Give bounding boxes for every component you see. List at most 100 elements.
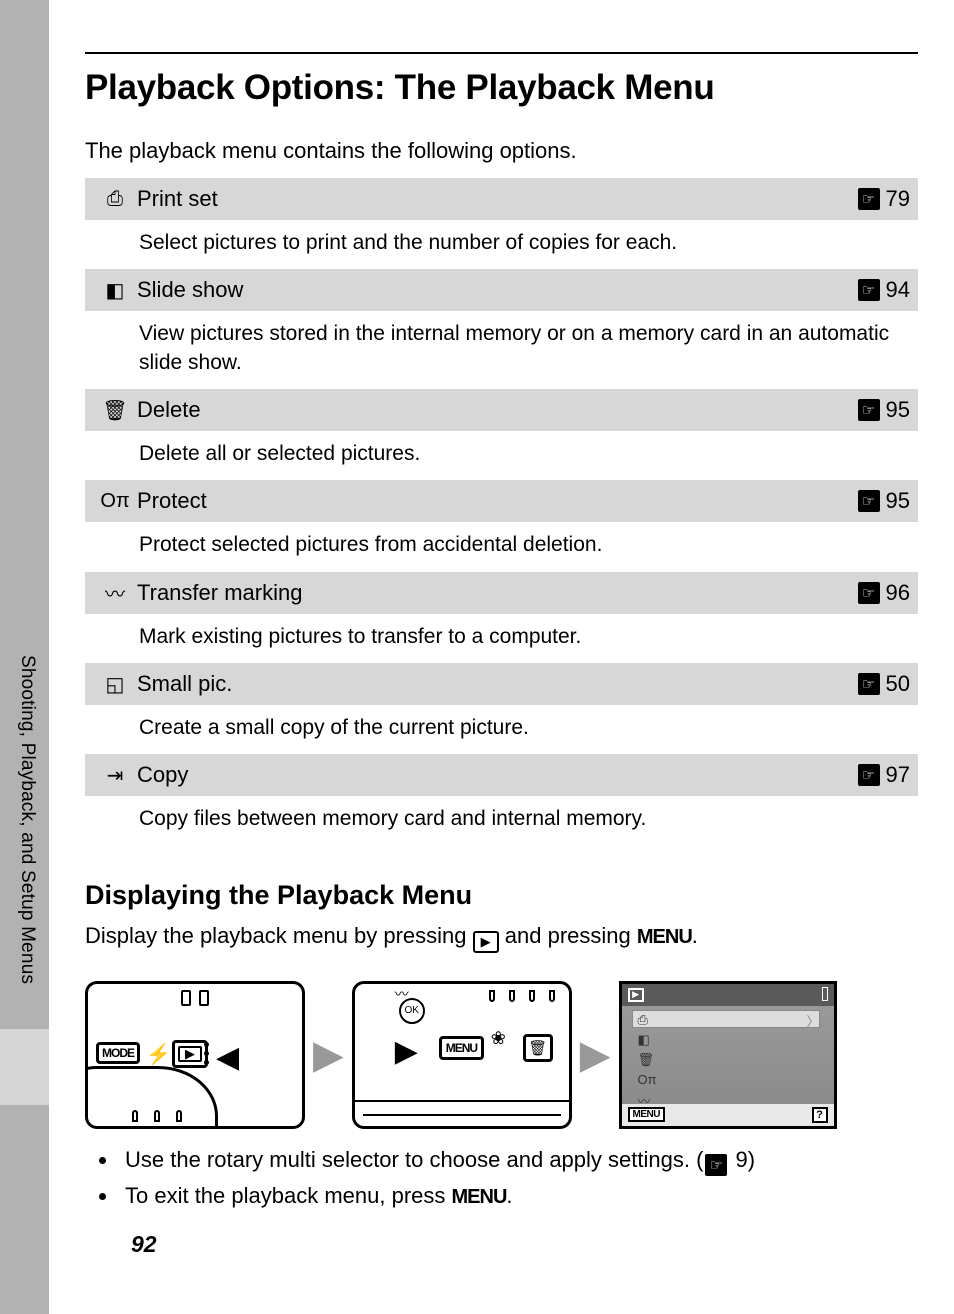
protect-icon: Oπ: [93, 490, 137, 513]
page-ref-icon: ☞: [858, 188, 880, 210]
option-row-header: 🗑Delete☞ 95: [85, 389, 918, 431]
page-title: Playback Options: The Playback Menu: [85, 68, 918, 108]
page-ref-icon: ☞: [858, 279, 880, 301]
page-ref-icon: ☞: [858, 399, 880, 421]
playback-button-icon: [172, 1040, 208, 1068]
subintro-mid: and pressing: [505, 923, 637, 948]
option-description: Mark existing pictures to transfer to a …: [85, 614, 918, 663]
option-title: Delete: [137, 397, 858, 423]
option-title: Slide show: [137, 277, 858, 303]
side-tab-label: Shooting, Playback, and Setup Menus: [16, 655, 38, 984]
page-ref-number: 97: [886, 762, 910, 788]
card-icon: [822, 987, 828, 1001]
ok-button-icon: OK: [399, 998, 425, 1024]
camera-top-buttons: [181, 990, 209, 1006]
page-ref-number: 9: [736, 1147, 748, 1172]
option-description: Copy files between memory card and inter…: [85, 796, 918, 845]
menu-softkey: MENU: [628, 1107, 665, 1122]
note-text: .: [506, 1183, 512, 1208]
macro-icon: ❀: [491, 1028, 506, 1049]
option-description: Delete all or selected pictures.: [85, 431, 918, 480]
page-ref-number: 96: [886, 580, 910, 606]
print-icon: ⎙: [638, 1012, 657, 1028]
print-icon: ⎙: [93, 188, 137, 211]
diagram-camera-playback: MODE ⚡ ◀: [85, 981, 305, 1129]
option-page-ref: ☞ 94: [858, 277, 910, 303]
page: Playback Options: The Playback Menu The …: [49, 0, 954, 1314]
option-description: Protect selected pictures from accidenta…: [85, 522, 918, 571]
press-arrow-icon: ◀: [216, 1040, 239, 1075]
dial-ticks: [489, 990, 555, 1002]
chevron-right-icon: 〉: [807, 1011, 820, 1030]
press-arrow-icon: ▶: [395, 1034, 418, 1069]
grip-dots: [204, 1040, 212, 1068]
lcd-header: ▶: [622, 984, 834, 1006]
option-title: Print set: [137, 186, 858, 212]
step-arrow-icon: ▶: [580, 1032, 611, 1078]
smallpic-icon: ◱: [93, 672, 137, 697]
option-row-header: ◧Slide show☞94: [85, 269, 918, 311]
lcd-footer: MENU ?: [622, 1104, 834, 1126]
protect-icon: Oπ: [638, 1072, 657, 1087]
menu-button-icon: MENU: [439, 1036, 484, 1060]
page-ref-number: 94: [886, 277, 910, 303]
option-page-ref: ☞79: [858, 186, 910, 212]
option-description: Select pictures to print and the number …: [85, 220, 918, 269]
diagram-lcd-menu: ▶ 〉 ⎙ ◧ 🗑 Oπ 〰 MENU ?: [619, 981, 837, 1129]
copy-icon: ⇥: [93, 763, 137, 788]
subintro-text: Display the playback menu by pressing ▶ …: [85, 921, 918, 953]
divider: [355, 1100, 569, 1102]
diagram-camera-menu: 〰 OK ▶ MENU ❀ 🗑: [352, 981, 572, 1129]
option-page-ref: ☞96: [858, 580, 910, 606]
lcd-selection-bar: 〉: [632, 1010, 820, 1028]
option-title: Transfer marking: [137, 580, 858, 606]
option-row-header: ◱Small pic.☞50: [85, 663, 918, 705]
option-row-header: 〰Transfer marking☞96: [85, 572, 918, 614]
option-description: Create a small copy of the current pictu…: [85, 705, 918, 754]
side-tab-inactive: [0, 1029, 49, 1105]
option-title: Copy: [137, 762, 858, 788]
mode-button-icon: MODE: [96, 1042, 140, 1064]
note-item: Use the rotary multi selector to choose …: [119, 1143, 918, 1177]
options-table: ⎙Print set☞79Select pictures to print an…: [85, 178, 918, 846]
note-text: Use the rotary multi selector to choose …: [125, 1147, 703, 1172]
step-arrow-icon: ▶: [313, 1032, 344, 1078]
flash-icon: ⚡: [146, 1042, 171, 1067]
page-ref-number: 95: [886, 397, 910, 423]
trash-icon: 🗑: [93, 398, 137, 423]
note-text: ): [748, 1147, 755, 1172]
option-row-header: ⇥Copy☞ 97: [85, 754, 918, 796]
page-number: 92: [131, 1231, 157, 1258]
option-page-ref: ☞95: [858, 488, 910, 514]
option-title: Small pic.: [137, 671, 858, 697]
delete-button-icon: 🗑: [523, 1034, 553, 1062]
transfer-icon: 〰: [93, 578, 137, 607]
option-page-ref: ☞50: [858, 671, 910, 697]
menu-button-label: MENU: [452, 1186, 507, 1208]
option-row-header: OπProtect☞95: [85, 480, 918, 522]
subheading: Displaying the Playback Menu: [85, 880, 918, 911]
slideshow-icon: ◧: [638, 1032, 657, 1048]
page-ref-icon: ☞: [858, 764, 880, 786]
playback-mode-icon: ▶: [628, 988, 644, 1002]
top-rule: [85, 52, 918, 54]
page-ref-number: 50: [886, 671, 910, 697]
option-row-header: ⎙Print set☞79: [85, 178, 918, 220]
notes-list: Use the rotary multi selector to choose …: [85, 1143, 918, 1213]
page-ref-icon: ☞: [858, 490, 880, 512]
menu-button-label: MENU: [637, 926, 692, 948]
option-page-ref: ☞ 95: [858, 397, 910, 423]
subintro-post: .: [692, 923, 698, 948]
page-ref-icon: ☞: [705, 1154, 727, 1176]
diagram-row: MODE ⚡ ◀ ▶ 〰 OK ▶ MENU ❀ 🗑 ▶: [85, 981, 918, 1129]
help-softkey: ?: [812, 1107, 828, 1123]
intro-text: The playback menu contains the following…: [85, 138, 918, 164]
dial-ticks: [132, 1110, 182, 1122]
lcd-menu-icons: ⎙ ◧ 🗑 Oπ 〰: [638, 1012, 657, 1110]
trash-icon: 🗑: [638, 1052, 657, 1068]
divider: [363, 1114, 561, 1116]
option-page-ref: ☞ 97: [858, 762, 910, 788]
option-title: Protect: [137, 488, 858, 514]
note-text: To exit the playback menu, press: [125, 1183, 452, 1208]
note-item: To exit the playback menu, press MENU.: [119, 1179, 918, 1213]
